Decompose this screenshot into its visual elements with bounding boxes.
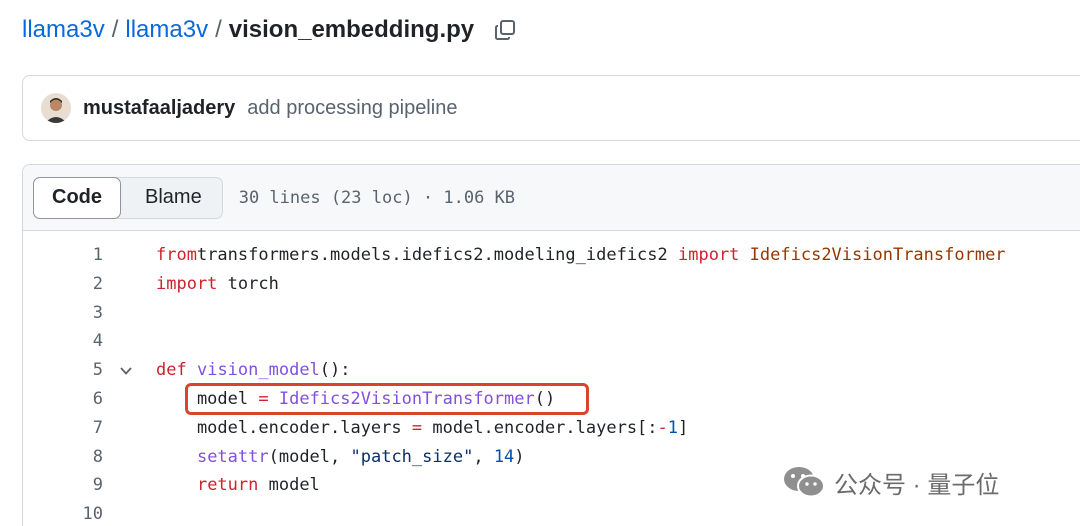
file-header: Code Blame 30 lines (23 loc) · 1.06 KB	[23, 165, 1080, 231]
code-line: 1 fromtransformers.models.idefics2.modeli…	[23, 241, 1080, 270]
code-line: 7 model.encoder.layers = model.encoder.l…	[23, 414, 1080, 443]
breadcrumb-file-name: vision_embedding.py	[228, 16, 475, 43]
code-line: 3	[23, 299, 1080, 328]
code-token: )	[514, 446, 525, 467]
code-text: model = Idefics2VisionTransformer()	[156, 385, 555, 414]
code-token: def	[156, 360, 187, 381]
watermark-text: 公众号 · 量子位	[834, 471, 1000, 499]
copy-icon	[495, 20, 516, 40]
commit-message-link[interactable]: add processing pipeline	[247, 97, 457, 120]
code-text: import torch	[156, 270, 279, 299]
code-token: transformers.models.idefics2.modeling_id…	[196, 245, 678, 265]
line-number[interactable]: 1	[23, 241, 103, 270]
code-token: 1	[667, 417, 679, 438]
code-text: fromtransformers.models.idefics2.modelin…	[156, 241, 1006, 270]
code-token: 14	[493, 446, 515, 467]
code-text: def vision_model():	[156, 356, 351, 385]
line-number[interactable]: 8	[23, 443, 103, 472]
code-token: model	[258, 475, 320, 496]
code-text: return model	[156, 471, 320, 500]
code-token: import	[678, 245, 740, 265]
line-number[interactable]: 9	[23, 471, 103, 500]
code-token: ,	[473, 446, 494, 467]
code-token: model.encoder.layers[:	[422, 417, 658, 438]
wechat-icon	[784, 467, 825, 498]
avatar[interactable]	[41, 93, 71, 123]
tab-code[interactable]: Code	[33, 176, 121, 219]
code-token: ()	[534, 388, 556, 409]
tab-blame[interactable]: Blame	[127, 180, 220, 216]
file-meta-info: 30 lines (23 loc) · 1.06 KB	[238, 187, 516, 208]
code-token: return	[196, 475, 259, 496]
code-token: model.encoder.layers	[156, 417, 412, 438]
code-line: 10	[23, 500, 1080, 526]
code-line: 5 def vision_model():	[23, 356, 1080, 385]
code-token: ():	[319, 360, 351, 381]
line-number[interactable]: 5	[23, 356, 103, 385]
code-token: ]	[678, 417, 689, 438]
code-token: vision_model	[196, 360, 320, 381]
view-mode-toggle: Code Blame	[33, 176, 223, 219]
code-line: 6 model = Idefics2VisionTransformer()	[23, 385, 1080, 414]
code-token: -	[657, 417, 668, 438]
code-token: import	[156, 273, 218, 294]
line-number[interactable]: 3	[23, 299, 103, 328]
breadcrumb-separator: /	[215, 16, 222, 43]
line-number[interactable]: 10	[23, 500, 103, 526]
breadcrumb: llama3v / llama3v / vision_embedding.py	[22, 14, 518, 46]
code-token: Idefics2VisionTransformer	[278, 388, 535, 409]
breadcrumb-separator: /	[111, 16, 119, 43]
code-text: model.encoder.layers = model.encoder.lay…	[156, 414, 688, 443]
line-number[interactable]: 6	[23, 385, 103, 414]
code-token: =	[258, 388, 269, 409]
code-token: model	[156, 388, 259, 409]
code-token: torch	[217, 273, 279, 294]
line-number[interactable]: 7	[23, 414, 103, 443]
code-token: from	[156, 245, 197, 265]
watermark: 公众号 · 量子位	[782, 464, 999, 500]
line-number[interactable]: 4	[23, 327, 103, 356]
line-number[interactable]: 2	[23, 270, 103, 299]
latest-commit-box: mustafaaljadery add processing pipeline	[22, 75, 1080, 141]
code-line: 2 import torch	[23, 270, 1080, 299]
code-token: Idefics2VisionTransformer	[749, 245, 1006, 265]
code-token: (model,	[268, 446, 351, 467]
code-token: "patch_size"	[350, 446, 474, 467]
copy-path-button[interactable]	[492, 17, 518, 43]
code-line: 4	[23, 327, 1080, 356]
code-token: =	[411, 417, 423, 438]
code-token: setattr	[196, 446, 269, 467]
breadcrumb-repo-name-link[interactable]: llama3v	[125, 16, 208, 44]
commit-author-link[interactable]: mustafaaljadery	[83, 97, 235, 120]
breadcrumb-repo-owner-link[interactable]: llama3v	[22, 16, 105, 44]
chevron-down-icon[interactable]	[119, 364, 133, 378]
code-text: setattr(model, "patch_size", 14)	[156, 443, 525, 472]
